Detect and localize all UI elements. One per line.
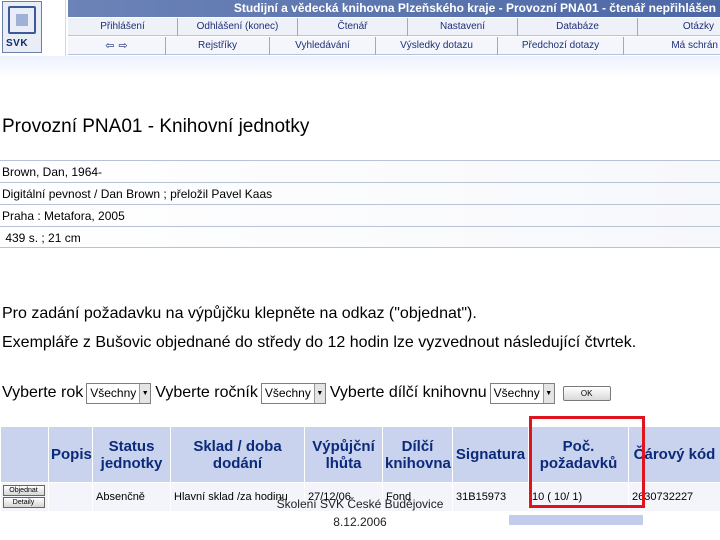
logo-icon (8, 6, 36, 34)
nav-questions[interactable]: Otázky (638, 18, 720, 36)
cell-description (48, 482, 93, 511)
chevron-down-icon[interactable]: ▼ (542, 383, 554, 403)
nav-previous-queries[interactable]: Předchozí dotazy (498, 37, 624, 55)
library-logo[interactable]: SVK (2, 1, 42, 53)
column-header-status: Status jednotky (92, 426, 171, 483)
record-title: Digitální pevnost / Dan Brown ; přeložil… (0, 182, 720, 204)
sublibrary-select-value: Všechny (493, 385, 540, 400)
nav-search-results[interactable]: Výsledky dotazu (376, 37, 498, 55)
cell-status: Absenčně (92, 482, 171, 511)
column-header-loan-period: Výpůjční lhůta (304, 426, 383, 483)
logo-text: SVK (6, 38, 29, 49)
arrow-left-icon[interactable]: ⇦ (105, 37, 114, 55)
header-separator (0, 56, 720, 78)
order-button[interactable]: Objednat (2, 485, 45, 497)
nav-indexes[interactable]: Rejstříky (166, 37, 270, 55)
logo-spacer (44, 0, 66, 56)
sublibrary-filter-label: Vyberte dílčí knihovnu (329, 384, 487, 401)
chevron-down-icon[interactable]: ▼ (313, 383, 325, 403)
footer-organization: Školení SVK České Budějovice (276, 497, 444, 511)
slide-footer: Školení SVK České Budějovice 8.12.2006 (236, 495, 484, 531)
year-select[interactable]: Všechny ▼ (86, 382, 152, 404)
nav-my-basket[interactable]: Má schrán (624, 37, 720, 55)
arrow-right-icon[interactable]: ⇨ (119, 37, 128, 55)
nav-settings[interactable]: Nastavení (408, 18, 518, 36)
cell-requests: 10 ( 10/ 1) (528, 482, 629, 511)
page-header-title: Studijní a vědecká knihovna Plzeňského k… (68, 0, 720, 17)
column-header-sublibrary: Dílčí knihovna (382, 426, 453, 483)
sublibrary-select[interactable]: Všechny ▼ (489, 382, 555, 404)
record-author: Brown, Dan, 1964- (0, 160, 720, 182)
nav-search[interactable]: Vyhledávání (270, 37, 376, 55)
bibliographic-record: Brown, Dan, 1964- Digitální pevnost / Da… (0, 160, 720, 248)
secondary-navigation: ⇦ ⇨ Rejstříky Vyhledávání Výsledky dotaz… (68, 37, 720, 55)
column-header-description: Popis (48, 426, 93, 483)
column-header-barcode: Čárový kód (628, 426, 720, 483)
volume-select-value: Všechny (264, 385, 311, 400)
column-header-storage: Sklad / doba dodání (170, 426, 305, 483)
record-publication: Praha : Metafora, 2005 (0, 204, 720, 226)
main-navigation: Přihlášení Odhlášení (konec) Čtenář Nast… (68, 18, 720, 36)
footer-decoration (509, 515, 643, 525)
record-extent: 439 s. ; 21 cm (0, 226, 720, 248)
chevron-down-icon[interactable]: ▼ (139, 383, 151, 403)
row-actions: Objednat Detaily (0, 482, 49, 511)
column-header-requests: Poč. požadavků (528, 426, 629, 483)
ok-button[interactable]: OK (562, 385, 611, 401)
history-arrows: ⇦ ⇨ (68, 37, 166, 55)
pickup-notice: Exempláře z Bušovic objednané do středy … (2, 334, 637, 351)
nav-reader[interactable]: Čtenář (298, 18, 408, 36)
volume-filter-label: Vyberte ročník (155, 384, 258, 401)
filter-bar: Vyberte rok Všechny ▼ Vyberte ročník Vše… (2, 381, 611, 405)
page-title: Provozní PNA01 - Knihovní jednotky (2, 116, 310, 137)
column-header-actions (0, 426, 49, 483)
nav-logout[interactable]: Odhlášení (konec) (178, 18, 298, 36)
nav-database[interactable]: Databáze (518, 18, 638, 36)
column-header-call-number: Signatura (452, 426, 529, 483)
order-instructions: Pro zadání požadavku na výpůjčku klepnět… (2, 305, 477, 322)
year-select-value: Všechny (90, 385, 137, 400)
cell-barcode: 2630732227 (628, 482, 720, 511)
footer-date: 8.12.2006 (333, 515, 387, 529)
details-button[interactable]: Detaily (2, 497, 45, 509)
year-filter-label: Vyberte rok (2, 384, 84, 401)
volume-select[interactable]: Všechny ▼ (260, 382, 326, 404)
table-header-row: Popis Status jednotky Sklad / doba dodán… (0, 426, 720, 483)
nav-login[interactable]: Přihlášení (68, 18, 178, 36)
app-header: SVK Studijní a vědecká knihovna Plzeňské… (0, 0, 720, 58)
